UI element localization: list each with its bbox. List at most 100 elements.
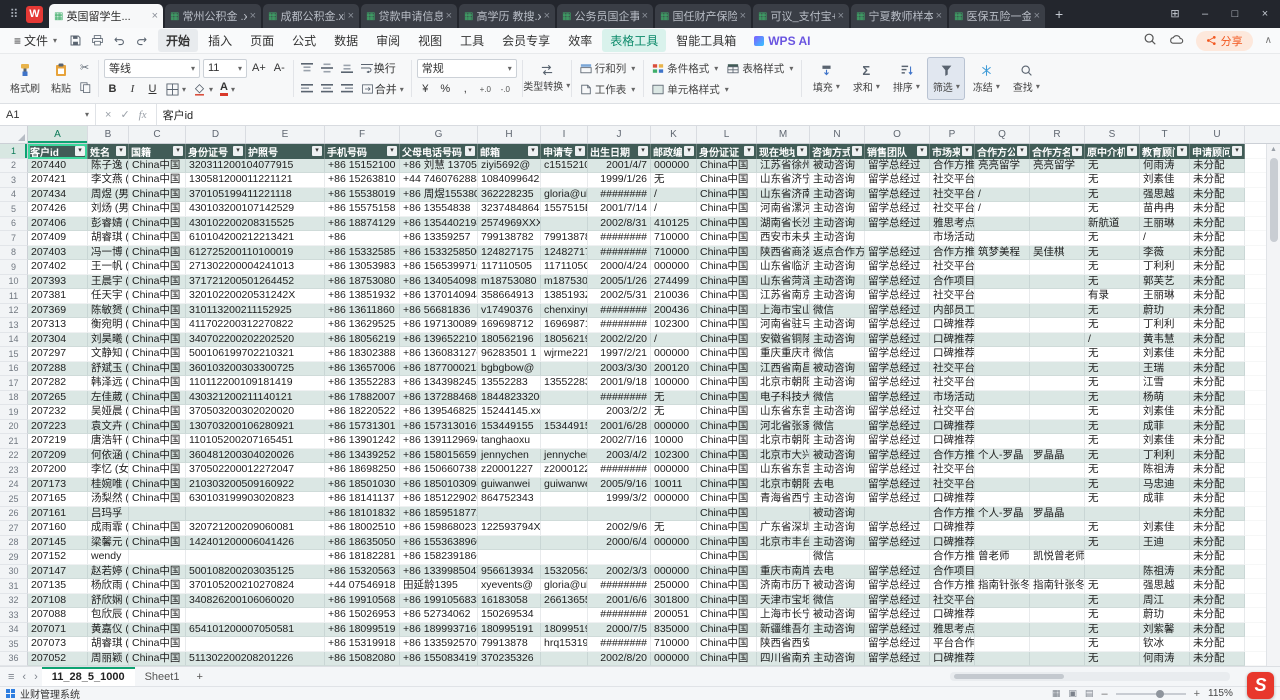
cell[interactable]: 2003/4/2 [588, 449, 651, 464]
row-number[interactable]: 19 [0, 405, 28, 420]
cell[interactable]: 微信 [810, 594, 865, 609]
cell[interactable]: 16183058 [478, 594, 541, 609]
column-header-T[interactable]: T [1140, 126, 1190, 143]
cell[interactable] [865, 231, 930, 246]
filter-icon[interactable]: ▾ [797, 146, 807, 156]
cell[interactable]: 主动咨询 [810, 521, 865, 536]
cell[interactable]: 100000 [651, 376, 697, 391]
cell[interactable]: China中国 [697, 260, 757, 275]
comma-button[interactable]: , [457, 80, 474, 98]
cell[interactable]: 社交平台 [930, 289, 975, 304]
cell[interactable]: China中国 [129, 637, 186, 652]
cell[interactable]: China中国 [697, 463, 757, 478]
cell[interactable]: China中国 [129, 449, 186, 464]
tab-formula[interactable]: 公式 [284, 29, 324, 52]
column-header-E[interactable]: E [246, 126, 325, 143]
tab-tools[interactable]: 工具 [452, 29, 492, 52]
cell[interactable]: +86 1971300890 [400, 318, 478, 333]
row-number[interactable]: 33 [0, 608, 28, 623]
cell[interactable]: 271302200004241013 [186, 260, 246, 275]
cell[interactable]: 150269534 [478, 608, 541, 623]
cell[interactable] [975, 333, 1030, 348]
cell[interactable]: 周江 [1140, 594, 1190, 609]
cell[interactable]: 1171105C [541, 260, 588, 275]
cell[interactable]: 成雨霏 (女 [88, 521, 129, 536]
cell[interactable]: 陈子逸 (男 [88, 159, 129, 174]
filter-icon[interactable]: ▾ [1017, 146, 1027, 156]
file-tab[interactable]: ▦成都公积金.xlsx× [263, 4, 359, 28]
cell[interactable] [1085, 507, 1140, 522]
cell[interactable] [541, 434, 588, 449]
cell[interactable]: 207440 [28, 159, 88, 174]
align-middle-button[interactable] [319, 59, 336, 77]
cell[interactable]: 社交平台 [930, 173, 975, 188]
row-number[interactable]: 16 [0, 362, 28, 377]
row-number[interactable]: 6 [0, 217, 28, 232]
cell[interactable]: 社交平台 [930, 362, 975, 377]
cell[interactable]: 2001/6/6 [588, 594, 651, 609]
cell[interactable]: 曾老师 [975, 550, 1030, 565]
cell[interactable]: 山东省济南 [757, 188, 810, 203]
cell[interactable]: 北京市朝阳 [757, 376, 810, 391]
cell[interactable]: China中国 [697, 536, 757, 551]
cell[interactable]: 无 [651, 391, 697, 406]
cell[interactable]: 留学总经过 [865, 579, 930, 594]
cell[interactable]: 2002/8/31 [588, 217, 651, 232]
cell[interactable]: 207381 [28, 289, 88, 304]
cell[interactable]: 000000 [651, 347, 697, 362]
cell[interactable]: 王丽琳 [1140, 289, 1190, 304]
cell[interactable]: 320311200104077915 [186, 159, 246, 174]
cell[interactable]: 15244145.xxx@163.c [478, 405, 541, 420]
row-number[interactable]: 24 [0, 478, 28, 493]
cell[interactable]: 社交平台 [930, 202, 975, 217]
sheet-tab-data[interactable]: 11_28_5_1000 [42, 667, 135, 687]
cell[interactable] [1030, 347, 1085, 362]
row-number[interactable]: 3 [0, 173, 28, 188]
cell[interactable]: 返点合作方 [810, 246, 865, 261]
cell[interactable]: 274499 [651, 275, 697, 290]
column-header-Q[interactable]: Q [975, 126, 1030, 143]
cell[interactable]: China中国 [697, 173, 757, 188]
cell[interactable] [1030, 536, 1085, 551]
formula-content[interactable]: 客户id [157, 104, 1280, 125]
cell[interactable]: 冯一博 (男 [88, 246, 129, 261]
cell[interactable] [1030, 521, 1085, 536]
cell[interactable]: +86 15731301 [325, 420, 400, 435]
cell[interactable]: ziyi5692@ [478, 159, 541, 174]
horizontal-scrollbar[interactable] [950, 672, 1230, 681]
cell[interactable]: 207219 [28, 434, 88, 449]
cell[interactable]: 主动咨询 [810, 318, 865, 333]
cell[interactable]: China中国 [697, 579, 757, 594]
cell[interactable]: 口碑推荐 [930, 434, 975, 449]
cell[interactable]: +86 1580156591 [400, 449, 478, 464]
cell[interactable]: 未分配 [1190, 289, 1245, 304]
cell[interactable]: 000000 [651, 536, 697, 551]
cell[interactable]: +86 18220522 [325, 405, 400, 420]
cell[interactable]: 刘素佳 [1140, 521, 1190, 536]
cell[interactable]: 2001/6/28 [588, 420, 651, 435]
cell[interactable]: 山东省东营 [757, 463, 810, 478]
row-number[interactable]: 2 [0, 159, 28, 174]
cell[interactable]: China中国 [697, 304, 757, 319]
cell[interactable]: 1084099642XX@163 [478, 173, 541, 188]
cell[interactable]: ######## [588, 304, 651, 319]
cell[interactable]: 956613934 [478, 565, 541, 580]
cell[interactable]: 000000 [651, 652, 697, 667]
header-cell[interactable]: 原中介机▾ [1085, 144, 1140, 159]
cell[interactable]: 250000 [651, 579, 697, 594]
cell[interactable]: +86 1372884680 [400, 391, 478, 406]
fill-button[interactable]: 填充▾ [807, 57, 845, 100]
number-format-select[interactable]: 常规▾ [417, 59, 517, 78]
cell[interactable]: 留学总经过 [865, 637, 930, 652]
cell[interactable]: +86 1553638960 [400, 536, 478, 551]
cell[interactable]: 留学总经过 [865, 478, 930, 493]
filter-icon[interactable]: ▾ [962, 146, 972, 156]
row-number[interactable]: 11 [0, 289, 28, 304]
find-button[interactable]: 查找▾ [1007, 57, 1045, 100]
cell[interactable]: 207088 [28, 608, 88, 623]
cell[interactable]: ######## [588, 231, 651, 246]
cell[interactable]: 江西省南昌 [757, 362, 810, 377]
row-number[interactable]: 10 [0, 275, 28, 290]
cell[interactable]: 000000 [651, 492, 697, 507]
cell[interactable] [1085, 550, 1140, 565]
